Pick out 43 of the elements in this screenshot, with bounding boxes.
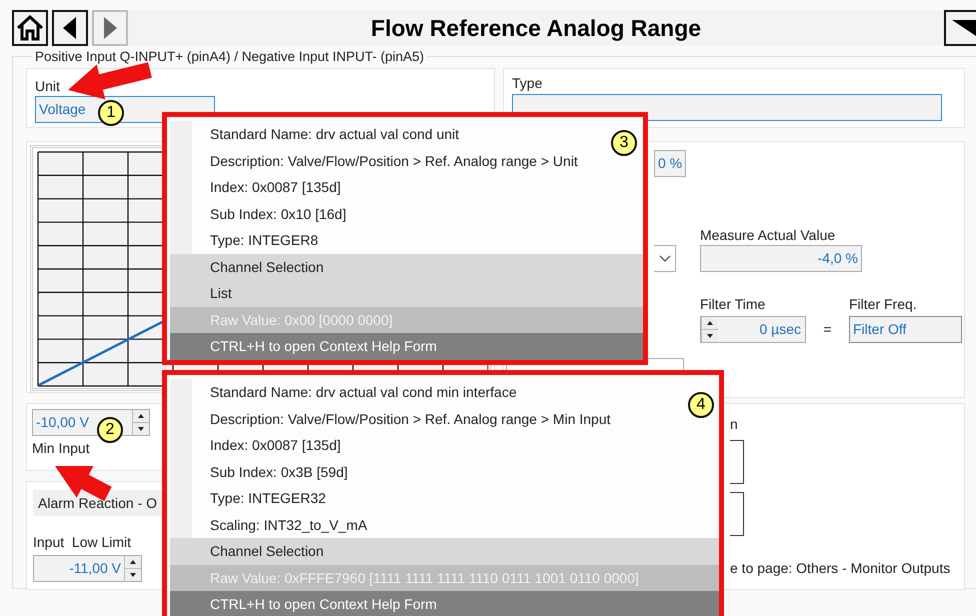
tooltip-line: Channel Selection — [210, 258, 324, 274]
dropdown-field[interactable] — [654, 245, 676, 272]
type-label: Type — [512, 75, 544, 91]
unit-label: Unit — [35, 78, 60, 94]
chevron-icon — [658, 254, 670, 262]
tooltip-line: Index: 0x0087 [135d] — [210, 437, 341, 453]
tooltip-line: Standard Name: drv actual val cond min interface — [210, 384, 517, 400]
tooltip-line: Type: INTEGER8 — [210, 232, 318, 248]
low-limit-label: Input Low Limit — [33, 534, 132, 550]
page-title: Flow Reference Analog Range — [370, 14, 702, 42]
forward-button[interactable] — [92, 10, 128, 46]
monitor-label: n — [730, 416, 738, 432]
triangle-icon — [952, 20, 976, 36]
filter-freq-label: Filter Freq. — [849, 296, 918, 312]
measure-field: -4,0 % — [700, 245, 862, 272]
tooltip-line: Sub Index: 0x3B [59d] — [210, 464, 348, 480]
group-legend: Positive Input Q-INPUT+ (pinA4) / Negative Input INPUT- (pinA5) — [32, 49, 428, 64]
tooltip-line: CTRL+H to open Context Help Form — [210, 338, 437, 354]
tooltip-line: Sub Index: 0x10 [16d] — [210, 206, 346, 222]
tooltip-line: Scaling: INT32_to_V_mA — [210, 516, 368, 532]
reference-field[interactable]: 0 % — [654, 150, 686, 177]
output-field[interactable] — [730, 440, 744, 484]
filter-freq-field: Filter Off — [849, 316, 962, 343]
min-input-label: Min Input — [32, 440, 90, 456]
tooltip-line: Type: INTEGER32 — [210, 490, 326, 506]
back-icon — [61, 16, 79, 40]
home-icon — [15, 14, 45, 42]
menu-button[interactable] — [944, 10, 976, 46]
tooltip-line: Channel Selection — [210, 543, 324, 559]
tooltip-line: Description: Valve/Flow/Position > Ref. Analog range > Unit — [210, 152, 578, 168]
tooltip-line: List — [210, 285, 232, 301]
back-button[interactable] — [52, 10, 88, 46]
home-button[interactable] — [12, 10, 48, 46]
tooltip-line: Description: Valve/Flow/Position > Ref. Analog range > Min Input — [210, 410, 611, 426]
filter-time-label: Filter Time — [700, 296, 766, 312]
measure-label: Measure Actual Value — [700, 227, 836, 243]
tooltip-line: Index: 0x0087 [135d] — [210, 179, 341, 195]
output-field[interactable] — [730, 492, 744, 536]
forward-icon — [101, 16, 119, 40]
equals-sign: = — [822, 320, 833, 339]
tooltip-line: Standard Name: drv actual val cond unit — [210, 126, 460, 142]
tooltip-line: CTRL+H to open Context Help Form — [210, 596, 437, 612]
monitor-note: e to page: Others - Monitor Outputs — [730, 560, 950, 576]
